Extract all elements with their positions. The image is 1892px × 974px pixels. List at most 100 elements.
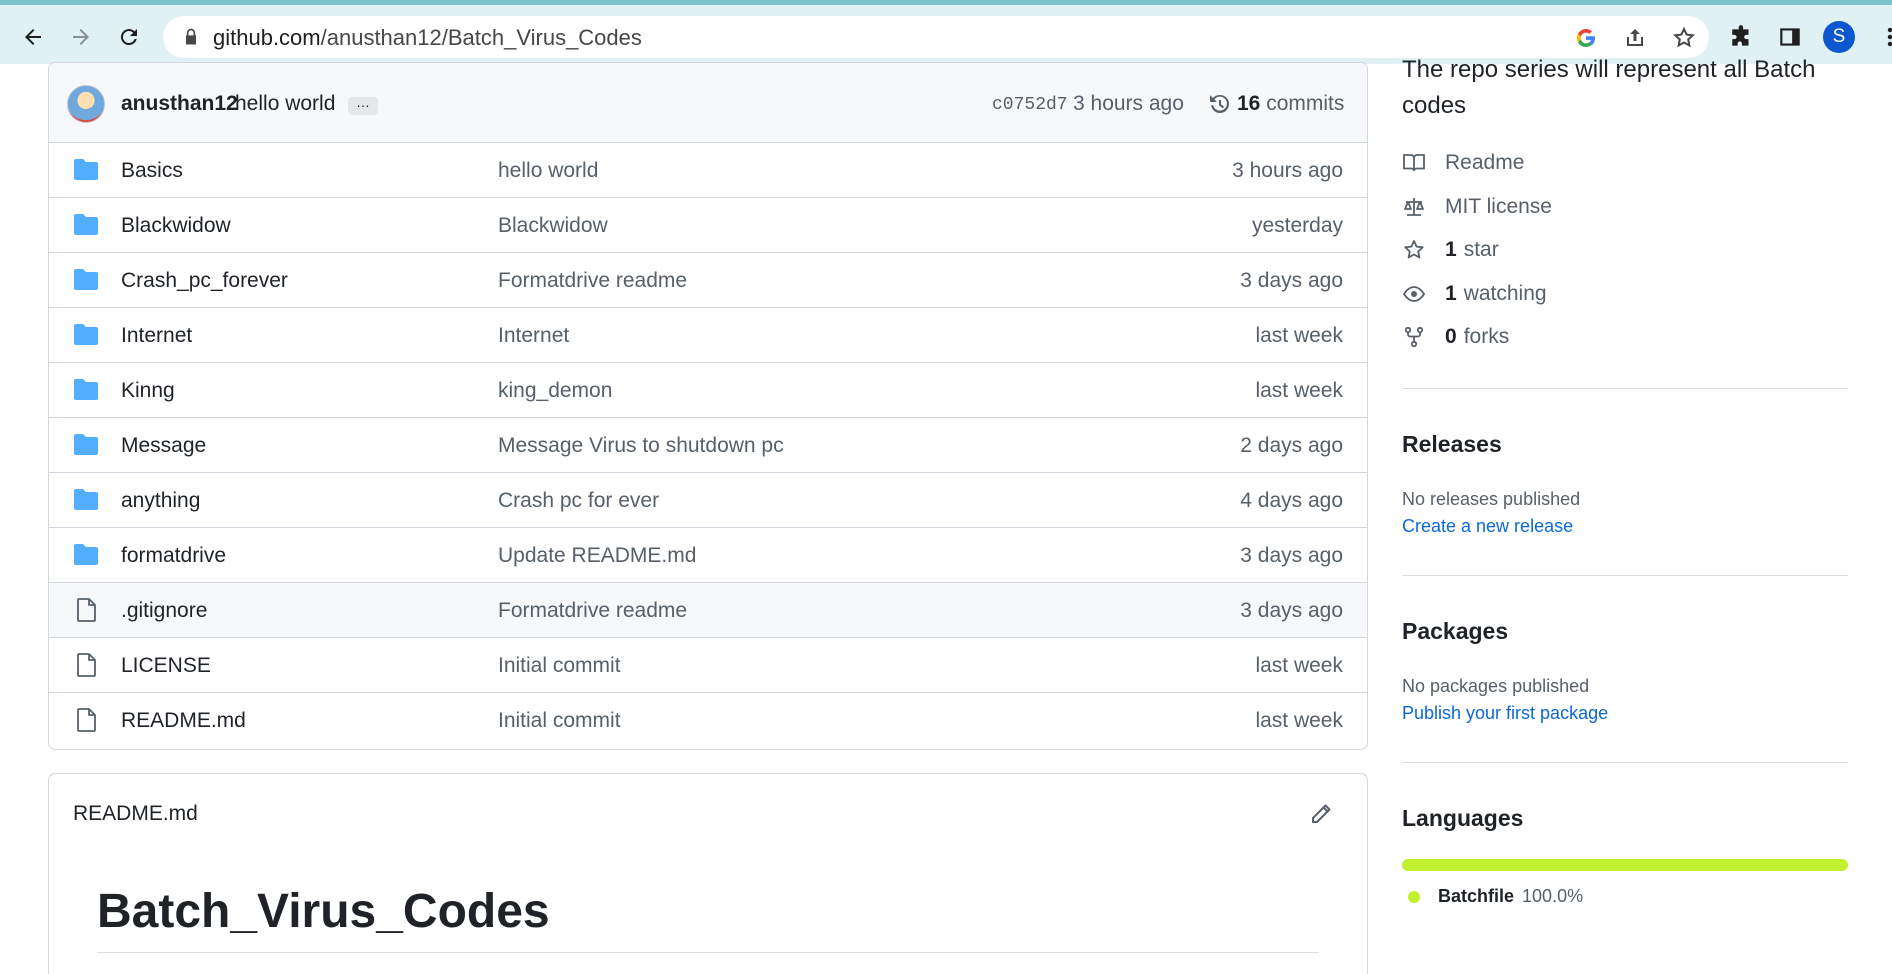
file-row[interactable]: Basics hello world 3 hours ago: [49, 143, 1367, 198]
menu-dots-icon[interactable]: [1876, 23, 1892, 51]
readme-link[interactable]: Readme: [1402, 149, 1524, 177]
author-avatar[interactable]: [67, 85, 105, 123]
file-commit-message[interactable]: Formatdrive readme: [498, 269, 687, 293]
sidebar-divider: [1402, 388, 1848, 389]
file-name-link[interactable]: Crash_pc_forever: [121, 269, 288, 293]
readme-panel: README.md Batch_Virus_Codes: [48, 773, 1368, 974]
packages-status: No packages published: [1402, 676, 1590, 696]
file-name-link[interactable]: README.md: [121, 709, 246, 733]
folder-icon: [74, 214, 98, 235]
file-row[interactable]: formatdrive Update README.md 3 days ago: [49, 528, 1367, 583]
file-icon: [77, 653, 96, 677]
file-commit-time: 4 days ago: [1240, 489, 1343, 512]
file-row[interactable]: .gitignore Formatdrive readme 3 days ago: [49, 583, 1367, 638]
commit-author[interactable]: anusthan12: [121, 92, 238, 116]
folder-icon: [74, 434, 98, 455]
google-icon[interactable]: [1573, 25, 1599, 51]
side-panel-icon[interactable]: [1776, 23, 1804, 51]
releases-status: No releases published: [1402, 489, 1581, 509]
file-row[interactable]: Blackwidow Blackwidow yesterday: [49, 198, 1367, 253]
create-release-link[interactable]: Create a new release: [1402, 516, 1573, 537]
file-name-link[interactable]: anything: [121, 489, 200, 513]
file-name-link[interactable]: .gitignore: [121, 599, 207, 623]
language-color-dot: [1408, 890, 1420, 903]
file-row[interactable]: Internet Internet last week: [49, 308, 1367, 363]
forward-button[interactable]: [63, 19, 99, 55]
file-commit-time: 2 days ago: [1240, 434, 1343, 457]
file-commit-time: last week: [1255, 709, 1343, 732]
file-commit-time: yesterday: [1251, 214, 1343, 237]
folder-icon: [74, 379, 98, 400]
file-commit-message[interactable]: hello world: [498, 159, 598, 183]
latest-commit-bar: anusthan12 hello world … c0752d7 3 hours…: [49, 63, 1367, 143]
file-name-link[interactable]: Blackwidow: [121, 214, 231, 238]
sidebar-divider: [1402, 575, 1848, 576]
forks-link[interactable]: 0 forks: [1402, 323, 1509, 351]
profile-avatar[interactable]: S: [1823, 21, 1855, 53]
file-icon: [77, 708, 96, 732]
readme-divider: [97, 952, 1319, 953]
watching-link[interactable]: 1 watching: [1402, 280, 1547, 308]
commit-expand-button[interactable]: …: [348, 95, 378, 115]
file-commit-message[interactable]: Blackwidow: [498, 214, 608, 238]
file-commit-message[interactable]: Formatdrive readme: [498, 599, 687, 623]
sidebar-divider: [1402, 762, 1848, 763]
file-name-link[interactable]: formatdrive: [121, 544, 226, 568]
languages-heading: Languages: [1402, 805, 1524, 831]
lock-icon: [186, 28, 196, 45]
bookmark-star-icon[interactable]: [1671, 25, 1697, 51]
packages-heading[interactable]: Packages: [1402, 618, 1508, 645]
file-commit-time: 3 days ago: [1240, 599, 1343, 622]
file-commit-time: last week: [1255, 379, 1343, 402]
file-name-link[interactable]: LICENSE: [121, 654, 211, 678]
file-browser: anusthan12 hello world … c0752d7 3 hours…: [48, 62, 1368, 750]
file-row[interactable]: Message Message Virus to shutdown pc 2 day…: [49, 418, 1367, 473]
file-commit-message[interactable]: Message Virus to shutdown pc: [498, 434, 784, 458]
folder-icon: [74, 489, 98, 510]
file-name-link[interactable]: Kinng: [121, 379, 175, 403]
edit-pencil-icon[interactable]: [1309, 802, 1333, 826]
history-icon[interactable]: [1207, 92, 1231, 116]
back-arrow-icon: [25, 29, 41, 45]
stars-link[interactable]: 1 star: [1402, 236, 1499, 264]
file-name-link[interactable]: Message: [121, 434, 206, 458]
file-commit-time: last week: [1255, 654, 1343, 677]
license-link[interactable]: MIT license: [1402, 193, 1552, 221]
file-list: Basics hello world 3 hours ago Blackwidow Bl…: [49, 143, 1367, 748]
file-row[interactable]: Kinng king_demon last week: [49, 363, 1367, 418]
commits-link[interactable]: 16 commits: [1237, 92, 1344, 116]
releases-heading[interactable]: Releases: [1402, 431, 1502, 458]
file-row[interactable]: LICENSE Initial commit last week: [49, 638, 1367, 693]
share-icon[interactable]: [1622, 25, 1648, 51]
file-commit-message[interactable]: Crash pc for ever: [498, 489, 659, 513]
commit-sha[interactable]: c0752d7: [992, 95, 1068, 115]
file-icon: [77, 598, 96, 622]
extensions-puzzle-icon[interactable]: [1728, 23, 1756, 51]
file-name-link[interactable]: Basics: [121, 159, 183, 183]
folder-icon: [74, 269, 98, 290]
reload-icon: [120, 29, 137, 46]
language-item-batchfile[interactable]: Batchfile 100.0%: [1408, 886, 1583, 907]
file-commit-time: 3 days ago: [1240, 544, 1343, 567]
back-button[interactable]: [15, 19, 51, 55]
file-commit-message[interactable]: Initial commit: [498, 709, 621, 733]
file-commit-message[interactable]: Initial commit: [498, 654, 621, 678]
reload-button[interactable]: [111, 19, 147, 55]
readme-header: README.md: [49, 774, 1367, 852]
file-commit-message[interactable]: Update README.md: [498, 544, 696, 568]
file-row[interactable]: anything Crash pc for ever 4 days ago: [49, 473, 1367, 528]
repo-description: The repo series will represent all Batch…: [1402, 56, 1816, 119]
file-commit-message[interactable]: Internet: [498, 324, 569, 348]
file-name-link[interactable]: Internet: [121, 324, 192, 348]
readme-filename[interactable]: README.md: [73, 802, 198, 826]
language-bar: [1402, 859, 1848, 871]
commit-message[interactable]: hello world: [235, 92, 335, 116]
book-icon: [1403, 154, 1425, 172]
readme-title: Batch_Virus_Codes: [97, 885, 550, 938]
fork-icon: [1404, 326, 1424, 348]
publish-package-link[interactable]: Publish your first package: [1402, 703, 1608, 724]
file-commit-message[interactable]: king_demon: [498, 379, 612, 403]
url-text: github.com/anusthan12/Batch_Virus_Codes: [213, 25, 642, 50]
file-row[interactable]: README.md Initial commit last week: [49, 693, 1367, 748]
file-row[interactable]: Crash_pc_forever Formatdrive readme 3 days…: [49, 253, 1367, 308]
